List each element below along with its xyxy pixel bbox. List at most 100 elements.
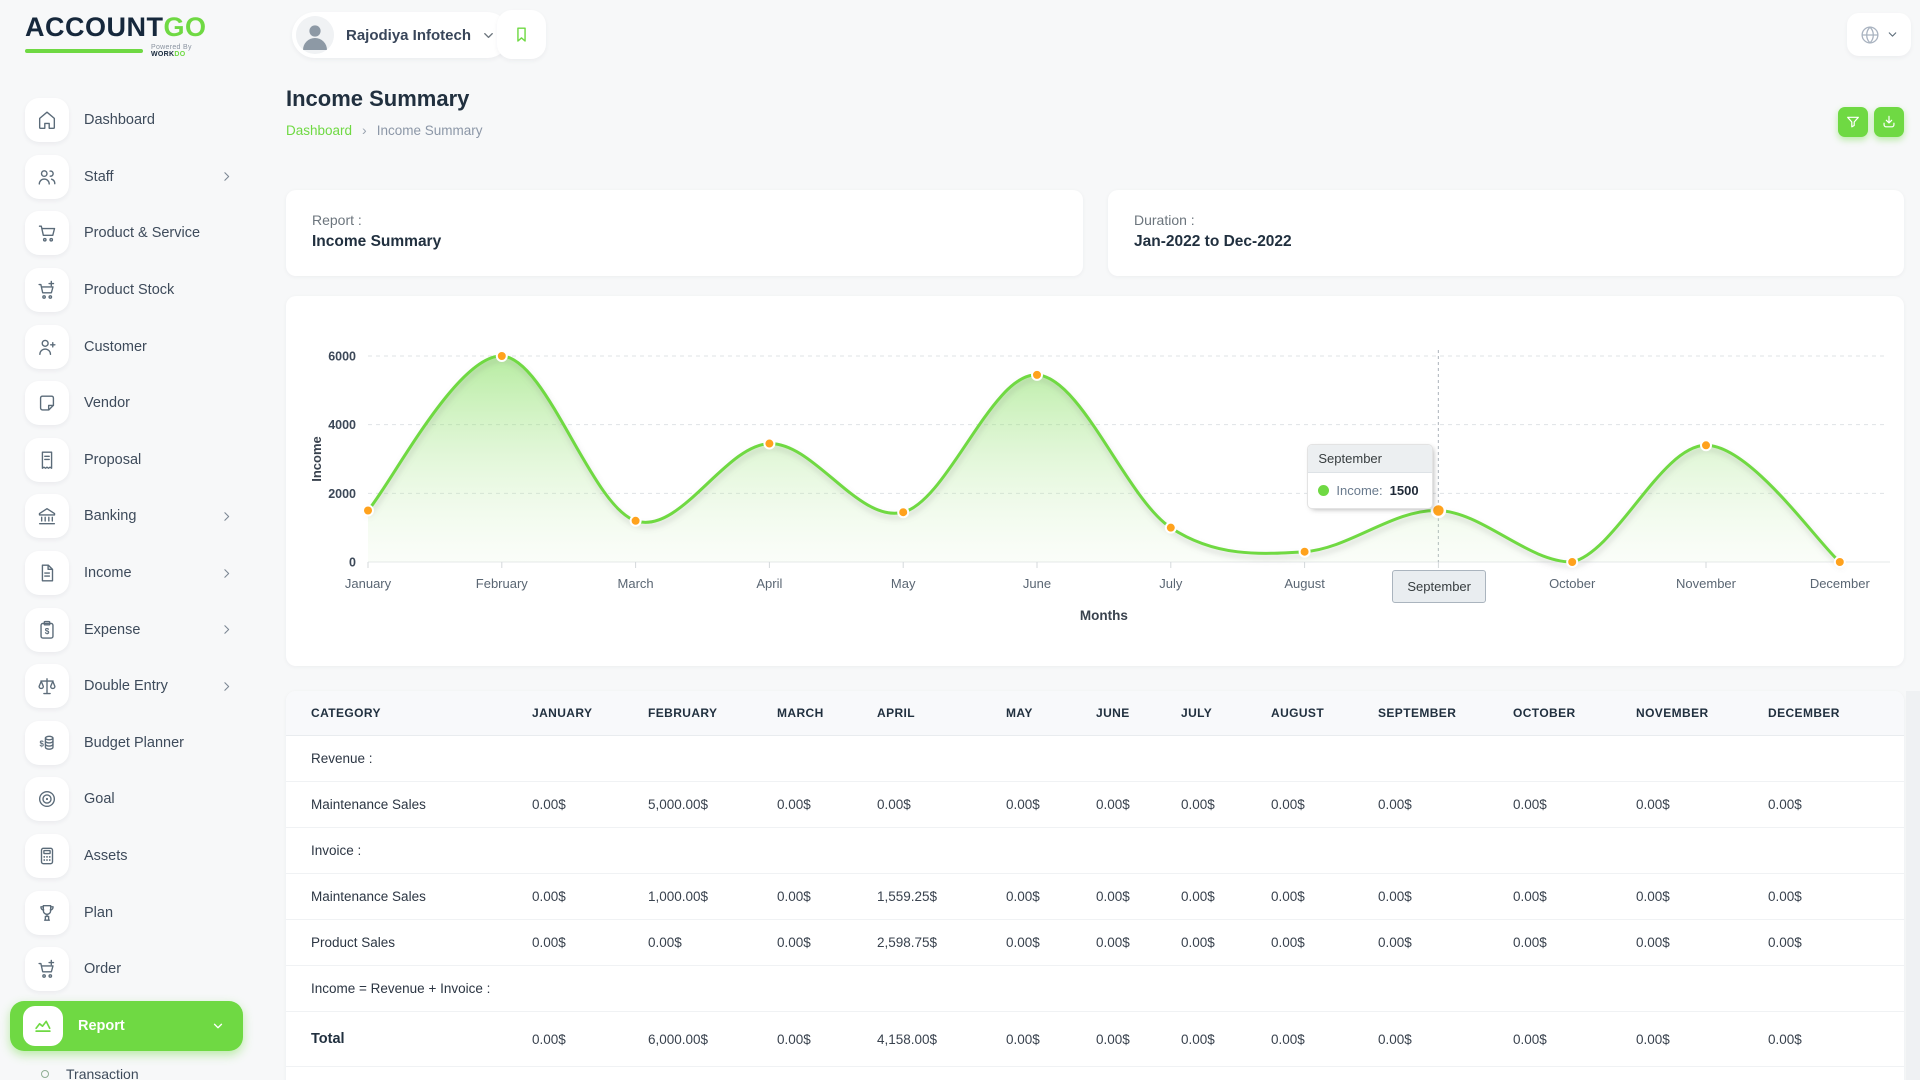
data-point[interactable] <box>1567 557 1577 567</box>
category-cell: Income = Revenue + Invoice : <box>286 966 1904 1012</box>
duration-value: Jan-2022 to Dec-2022 <box>1134 233 1878 251</box>
x-tick-label: July <box>1159 576 1183 591</box>
breadcrumb-dashboard-link[interactable]: Dashboard <box>286 123 352 138</box>
sidebar-item-label: Budget Planner <box>84 735 184 751</box>
sidebar-item-transaction[interactable]: Transaction <box>0 1054 257 1080</box>
value-cell: 0.00$ <box>1513 782 1636 828</box>
sidebar-item-order[interactable]: Order <box>0 941 257 998</box>
section-row: Income = Revenue + Invoice : <box>286 966 1904 1012</box>
value-cell: 0.00$ <box>1181 1012 1271 1067</box>
sidebar-item-budget-planner[interactable]: $ Budget Planner <box>0 715 257 772</box>
user-plus-icon <box>25 325 69 369</box>
bullet-icon <box>41 1070 49 1078</box>
breadcrumb-separator: › <box>362 122 367 138</box>
value-cell: 0.00$ <box>532 920 648 966</box>
column-header: SEPTEMBER <box>1378 691 1513 736</box>
value-cell: 0.00$ <box>1768 1012 1904 1067</box>
sidebar-item-proposal[interactable]: Proposal <box>0 432 257 489</box>
x-tick-label: October <box>1549 576 1596 591</box>
value-cell: 0.00$ <box>1006 782 1096 828</box>
sidebar-item-label: Report <box>78 1018 125 1034</box>
total-row: Total0.00$6,000.00$0.00$4,158.00$0.00$0.… <box>286 1012 1904 1067</box>
income-summary-table-card: CATEGORYJANUARYFEBRUARYMARCHAPRILMAYJUNE… <box>286 691 1904 1080</box>
download-button[interactable] <box>1874 107 1904 137</box>
sidebar-item-plan[interactable]: Plan <box>0 884 257 941</box>
sidebar-item-label: Proposal <box>84 452 141 468</box>
category-cell: Revenue : <box>286 736 1904 782</box>
data-point[interactable] <box>1701 440 1711 450</box>
value-cell: 0.00$ <box>1513 874 1636 920</box>
sidebar-item-double-entry[interactable]: Double Entry <box>0 658 257 715</box>
data-point[interactable] <box>1166 523 1176 533</box>
sidebar-item-income[interactable]: Income <box>0 545 257 602</box>
value-cell: 0.00$ <box>1181 874 1271 920</box>
data-point[interactable] <box>1835 557 1845 567</box>
sidebar: ACCOUNTGO Powered By WORKDO Dashboard St… <box>0 0 257 1080</box>
chevron-right-icon <box>220 567 233 580</box>
language-selector[interactable] <box>1847 13 1911 56</box>
scrollbar-track[interactable] <box>1906 691 1920 1080</box>
data-point[interactable] <box>1432 504 1445 517</box>
data-point[interactable] <box>363 506 373 516</box>
sidebar-item-label: Expense <box>84 622 140 638</box>
users-icon <box>25 155 69 199</box>
sidebar-item-report[interactable]: Report <box>10 1001 243 1051</box>
data-point[interactable] <box>1032 370 1042 380</box>
sidebar-item-product-service[interactable]: Product & Service <box>0 205 257 262</box>
data-point[interactable] <box>631 516 641 526</box>
value-cell: 0.00$ <box>1768 920 1904 966</box>
bank-icon <box>25 494 69 538</box>
data-point[interactable] <box>497 351 507 361</box>
value-cell: 0.00$ <box>777 920 877 966</box>
y-tick-label: 6000 <box>328 350 356 364</box>
sidebar-item-goal[interactable]: Goal <box>0 771 257 828</box>
value-cell: 0.00$ <box>1636 782 1768 828</box>
sidebar-item-vendor[interactable]: Vendor <box>0 375 257 432</box>
table-header-row: CATEGORYJANUARYFEBRUARYMARCHAPRILMAYJUNE… <box>286 691 1904 736</box>
value-cell: 0.00$ <box>1378 1012 1513 1067</box>
cart-plus-icon <box>25 268 69 312</box>
value-cell: 0.00$ <box>1513 1012 1636 1067</box>
y-tick-label: 0 <box>349 556 356 570</box>
download-icon <box>1881 114 1897 130</box>
data-point[interactable] <box>1300 547 1310 557</box>
sidebar-item-label: Staff <box>84 169 114 185</box>
value-cell: 0.00$ <box>1513 920 1636 966</box>
bookmark-button[interactable] <box>497 10 546 59</box>
cart-plus-icon <box>25 947 69 991</box>
chevron-right-icon <box>220 170 233 183</box>
sidebar-item-product-stock[interactable]: Product Stock <box>0 262 257 319</box>
sidebar-item-staff[interactable]: Staff <box>0 149 257 206</box>
value-cell: 0.00$ <box>1096 1012 1181 1067</box>
value-cell: 0.00$ <box>1096 782 1181 828</box>
value-cell: 0.00$ <box>1768 874 1904 920</box>
value-cell: 0.00$ <box>648 920 777 966</box>
column-header: CATEGORY <box>286 691 532 736</box>
x-tick-label: March <box>618 576 654 591</box>
app-logo[interactable]: ACCOUNTGO Powered By WORKDO <box>25 14 215 58</box>
filter-button[interactable] <box>1838 107 1868 137</box>
sidebar-item-expense[interactable]: $ Expense <box>0 601 257 658</box>
svg-text:$: $ <box>40 739 45 748</box>
sidebar-item-dashboard[interactable]: Dashboard <box>0 92 257 149</box>
value-cell: 0.00$ <box>1006 874 1096 920</box>
data-point[interactable] <box>764 439 774 449</box>
sidebar-item-banking[interactable]: Banking <box>0 488 257 545</box>
x-tick-label: June <box>1023 576 1051 591</box>
company-selector[interactable]: Rajodiya Infotech <box>292 12 510 58</box>
chart-tooltip: September Income: 1500 <box>1307 444 1433 509</box>
sidebar-item-customer[interactable]: Customer <box>0 318 257 375</box>
trophy-icon <box>25 891 69 935</box>
x-tick-label: August <box>1284 576 1325 591</box>
x-tick-label: January <box>345 576 392 591</box>
value-cell: 0.00$ <box>1181 782 1271 828</box>
sidebar-item-assets[interactable]: Assets <box>0 828 257 885</box>
y-tick-label: 2000 <box>328 487 356 501</box>
globe-icon <box>1859 24 1881 46</box>
chevron-right-icon <box>220 623 233 636</box>
data-point[interactable] <box>898 507 908 517</box>
target-icon <box>25 777 69 821</box>
value-cell: 0.00$ <box>532 1012 648 1067</box>
x-tick-label: May <box>891 576 916 591</box>
report-card: Report : Income Summary <box>286 190 1083 276</box>
